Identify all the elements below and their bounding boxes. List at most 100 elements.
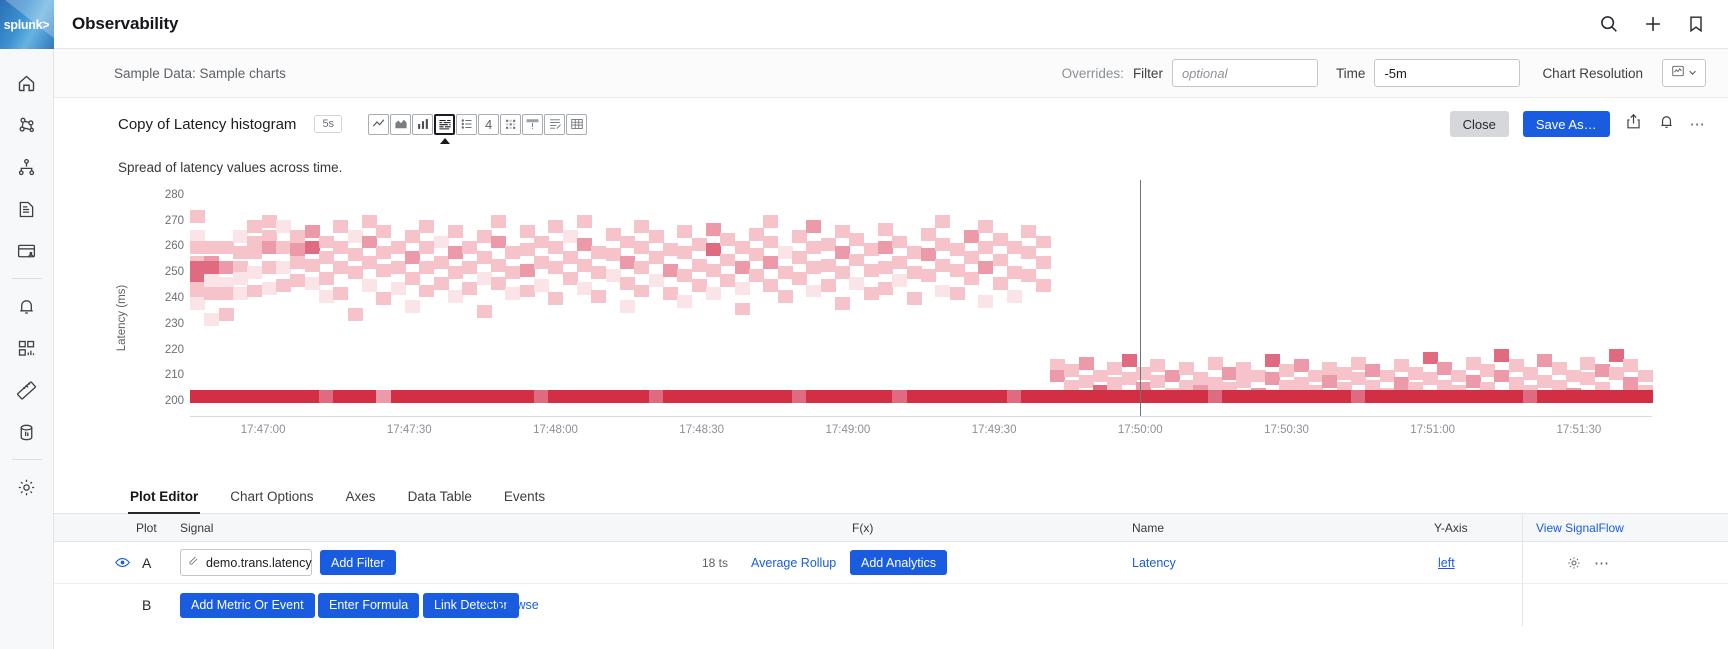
sidebar-item-data-management[interactable]: [0, 411, 54, 453]
line-chart-type-button[interactable]: [368, 114, 389, 135]
sidebar-item-alerts[interactable]: [0, 285, 54, 327]
resolution-badge[interactable]: 5s: [314, 115, 342, 133]
heatmap-cell: [563, 230, 578, 243]
heatmap-cell: [405, 390, 420, 403]
heatmap-cell: [319, 251, 334, 264]
heatmap-cell: [1150, 375, 1165, 388]
cursor-line[interactable]: [1140, 180, 1141, 416]
heatmap-cell: [1365, 364, 1380, 377]
heatmap-cell: [448, 266, 463, 279]
sidebar-item-infrastructure[interactable]: [0, 146, 54, 188]
add-filter-button[interactable]: Add Filter: [320, 550, 396, 575]
table-chart-type-button[interactable]: [566, 114, 587, 135]
heatmap-cell: [362, 390, 377, 403]
add-metric-or-event-button[interactable]: Add Metric Or Event: [180, 593, 315, 618]
search-icon[interactable]: [1598, 13, 1620, 35]
save-as-button[interactable]: Save As…: [1523, 111, 1610, 137]
chart-resolution-dropdown[interactable]: [1662, 59, 1706, 87]
heatmap-cell: [1423, 352, 1438, 365]
heatmap-cell: [276, 279, 291, 292]
heatmap-cell: [993, 254, 1008, 267]
row-settings-gear-icon[interactable]: [1566, 555, 1582, 571]
heatmap-cell: [935, 238, 950, 251]
tab-chart-options[interactable]: Chart Options: [214, 489, 329, 513]
heatmap-cell: [1079, 390, 1094, 403]
heatmap-cell: [190, 210, 205, 223]
heatmap-cell: [864, 287, 879, 300]
sidebar-item-metrics[interactable]: [0, 369, 54, 411]
heatmap-cell: [204, 274, 219, 287]
browse-control[interactable]: Browse: [481, 596, 539, 614]
app-root: splunk>: [0, 0, 1728, 649]
heatmap-cell: [1609, 390, 1624, 403]
sidebar-item-log-observer[interactable]: [0, 188, 54, 230]
heatmap-cell: [634, 261, 649, 274]
heatmap-cell: [204, 313, 219, 326]
share-icon[interactable]: [1624, 112, 1643, 136]
tab-events[interactable]: Events: [488, 489, 561, 513]
heatmap-cell: [577, 238, 592, 251]
heatmap-cell: [964, 390, 979, 403]
area-chart-type-button[interactable]: [390, 114, 411, 135]
row-more-options-icon[interactable]: ⋯: [1594, 554, 1610, 572]
heatmap-cell: [462, 241, 477, 254]
bookmark-icon[interactable]: [1686, 13, 1706, 35]
sidebar-item-apm[interactable]: [0, 104, 54, 146]
heatmap-cell: [1122, 354, 1137, 367]
histogram-chart-type-button[interactable]: [434, 114, 455, 135]
single-value-chart-type-button[interactable]: 4: [478, 114, 499, 135]
text-note-chart-type-button[interactable]: [544, 114, 565, 135]
splunk-logo[interactable]: splunk>: [0, 0, 54, 49]
tab-data-table[interactable]: Data Table: [392, 489, 488, 513]
list-chart-type-button[interactable]: [456, 114, 477, 135]
signal-input-a[interactable]: demo.trans.latency: [180, 549, 312, 576]
sidebar-item-settings[interactable]: [0, 466, 54, 508]
heatmap-cell: [1265, 372, 1280, 385]
view-signalflow-link[interactable]: View SignalFlow: [1536, 521, 1624, 535]
heatmap-cell: [591, 246, 606, 259]
y-axis-link-a[interactable]: left: [1438, 556, 1455, 570]
heatmap-cell: [262, 390, 277, 403]
rollup-link-a[interactable]: Average Rollup: [751, 556, 836, 570]
heatmap-cell: [462, 261, 477, 274]
plot-name-a[interactable]: Latency: [1132, 556, 1176, 570]
event-feed-chart-type-button[interactable]: !: [522, 114, 543, 135]
top-header-bar: Observability: [54, 0, 1728, 49]
selected-chart-type-caret: [440, 138, 450, 144]
heatmap-cell: [348, 266, 363, 279]
column-header-y-axis: Y-Axis: [1434, 521, 1468, 535]
filter-input[interactable]: [1172, 59, 1318, 87]
heatmap-plot[interactable]: Latency (ms) 280270260250240230220210200…: [118, 184, 1658, 476]
sidebar-item-home[interactable]: [0, 62, 54, 104]
heatmap-cell: [749, 269, 764, 282]
sidebar-item-dashboards[interactable]: [0, 327, 54, 369]
tab-axes[interactable]: Axes: [330, 489, 392, 513]
x-tick-label: 17:47:30: [387, 424, 432, 436]
heatmap-cell: [262, 215, 277, 228]
visibility-eye-icon[interactable]: [114, 554, 131, 571]
heatmap-cell: [993, 390, 1008, 403]
heatmap-cell: [677, 295, 692, 308]
heatmap-cell: [1165, 390, 1180, 403]
heatmap-cell: [763, 279, 778, 292]
bell-icon[interactable]: [1657, 112, 1676, 136]
heatmap-cell: [792, 390, 807, 403]
heatmap-cell: [247, 220, 262, 233]
enter-formula-button[interactable]: Enter Formula: [318, 593, 419, 618]
heatmap-cell: [348, 248, 363, 261]
plus-icon[interactable]: [1642, 13, 1664, 35]
heatmap-chart-type-button[interactable]: [500, 114, 521, 135]
close-button[interactable]: Close: [1450, 111, 1509, 137]
add-analytics-button[interactable]: Add Analytics: [850, 550, 947, 575]
sidebar-item-rum[interactable]: [0, 230, 54, 272]
heatmap-cell: [1150, 390, 1165, 403]
heatmap-cell: [1351, 390, 1366, 403]
heatmap-cell: [1251, 390, 1266, 403]
header-vertical-divider: [1522, 514, 1523, 541]
time-input[interactable]: [1374, 59, 1520, 87]
heatmap-cell: [634, 241, 649, 254]
heatmap-cell: [1036, 256, 1051, 269]
more-options-icon[interactable]: ⋯: [1690, 115, 1706, 133]
tab-plot-editor[interactable]: Plot Editor: [114, 489, 214, 513]
column-chart-type-button[interactable]: [412, 114, 433, 135]
